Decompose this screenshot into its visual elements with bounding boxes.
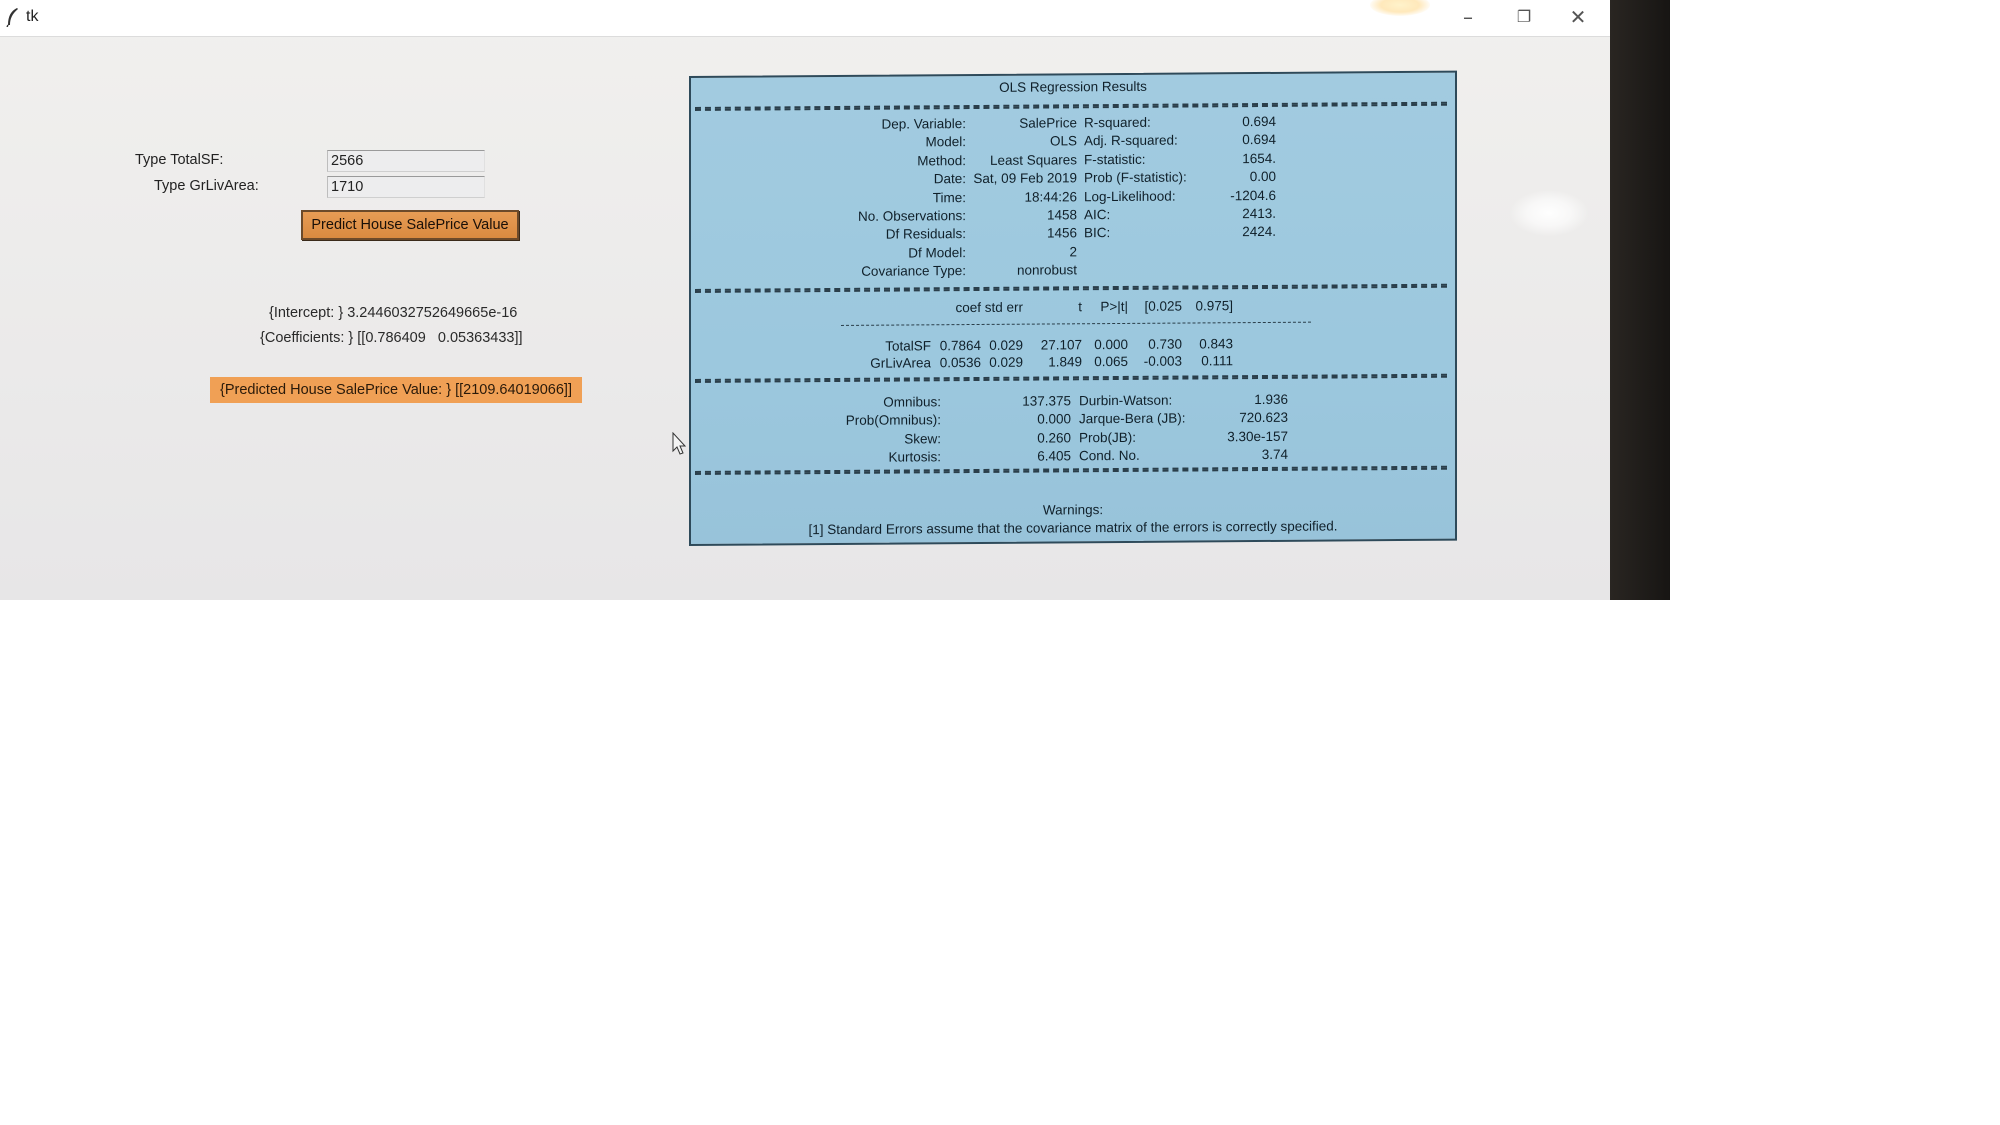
header-stat-label: F-statistic:: [1084, 151, 1146, 168]
header-value: Sat, 09 Feb 2019: [973, 170, 1077, 187]
header-stat-label: Prob (F-statistic):: [1084, 169, 1187, 186]
screen-glare: [1510, 190, 1588, 236]
diag-stat-label: Cond. No.: [1079, 447, 1140, 464]
coef-cell: 0.843: [1199, 336, 1233, 352]
predict-button[interactable]: Predict House SalePrice Value: [301, 210, 519, 240]
diag-label: Kurtosis:: [888, 449, 941, 465]
separator-bottom: [695, 465, 1447, 475]
diag-stat-label: Jarque-Bera (JB):: [1079, 410, 1186, 427]
header-value: SalePrice: [1019, 115, 1077, 131]
header-value: Least Squares: [989, 152, 1077, 168]
diag-stat-label: Prob(JB):: [1079, 429, 1137, 445]
restore-button[interactable]: ❐: [1496, 0, 1552, 36]
header-stat-value: 1654.: [1242, 150, 1276, 166]
coefficients-result: {Coefficients: } [[0.786409 0.05363433]]: [260, 330, 523, 346]
warning-text: [1] Standard Errors assume that the cova…: [808, 518, 1338, 538]
header-stat-label: BIC:: [1084, 225, 1111, 241]
title-bar: tk – ❐ ✕: [0, 0, 1610, 37]
diag-stat-value: 3.30e-157: [1227, 428, 1288, 444]
monitor-bezel: [1605, 0, 1670, 600]
diag-stat-label: Durbin-Watson:: [1079, 392, 1173, 409]
header-value: 2: [1069, 244, 1077, 260]
header-value: OLS: [1049, 133, 1077, 149]
separator-top: [695, 101, 1447, 111]
separator-diag: [695, 373, 1447, 383]
diag-value: 0.260: [1037, 429, 1071, 446]
minimize-button[interactable]: –: [1440, 0, 1496, 36]
header-value: nonrobust: [1016, 262, 1077, 278]
tk-window: tk – ❐ ✕ Type TotalSF: Type GrLivArea: P…: [0, 0, 1610, 600]
header-stat-value: [1186, 243, 1276, 244]
close-button[interactable]: ✕: [1550, 0, 1606, 36]
intercept-result: {Intercept: } 3.2446032752649665e-16: [269, 305, 518, 321]
ols-title: OLS Regression Results: [999, 78, 1147, 95]
diag-stat-value: 3.74: [1261, 446, 1288, 462]
predicted-value: {Predicted House SalePrice Value: } [[21…: [210, 377, 582, 403]
header-value: 1458: [1046, 207, 1077, 223]
separator-coef-top: [695, 283, 1447, 293]
feather-icon: [6, 8, 18, 27]
header-stat-label: Log-Likelihood:: [1084, 188, 1176, 204]
photo-frame: tk – ❐ ✕ Type TotalSF: Type GrLivArea: P…: [0, 0, 1670, 600]
header-stat-label: Adj. R-squared:: [1084, 132, 1178, 149]
diag-label: Skew:: [904, 430, 941, 447]
totalsf-input[interactable]: [327, 150, 485, 172]
header-stat-value: -1204.6: [1230, 187, 1276, 203]
ols-results-panel: OLS Regression Results Dep. Variable: Sal…: [689, 70, 1457, 547]
header-stat-label: R-squared:: [1084, 114, 1151, 131]
header-stat-label: AIC:: [1084, 207, 1111, 223]
header-value: 18:44:26: [1024, 188, 1077, 205]
grlivarea-input[interactable]: [327, 176, 485, 198]
separator-coef-thin: [841, 321, 1311, 326]
header-stat-value: 0.694: [1242, 113, 1276, 130]
window-title: tk: [26, 8, 39, 25]
diag-label: Omnibus:: [883, 394, 941, 410]
header-stat-value: 0.00: [1249, 169, 1276, 185]
totalsf-label: Type TotalSF:: [135, 152, 224, 168]
diag-stat-value: 720.623: [1239, 410, 1288, 426]
diag-stat-value: 1.936: [1254, 391, 1288, 408]
header-stat-value: 0.694: [1242, 132, 1276, 148]
grlivarea-label: Type GrLivArea:: [154, 178, 259, 194]
diag-value: 6.405: [1037, 448, 1071, 464]
coef-cell: 0.111: [1201, 353, 1233, 369]
camera-glare: [1370, 0, 1430, 16]
diag-value: 0.000: [1037, 411, 1071, 427]
warnings-title: Warnings:: [1042, 502, 1104, 518]
diag-label: Prob(Omnibus):: [845, 412, 941, 429]
header-stat-value: 2413.: [1242, 205, 1276, 222]
coef-header: 0.975]: [1195, 298, 1233, 314]
header-stat-value: [1186, 261, 1276, 262]
header-stat-value: 2424.: [1242, 224, 1276, 240]
diag-value: 137.375: [1022, 393, 1071, 409]
header-value: 1456: [1046, 225, 1077, 241]
mouse-cursor-icon: [672, 432, 687, 455]
